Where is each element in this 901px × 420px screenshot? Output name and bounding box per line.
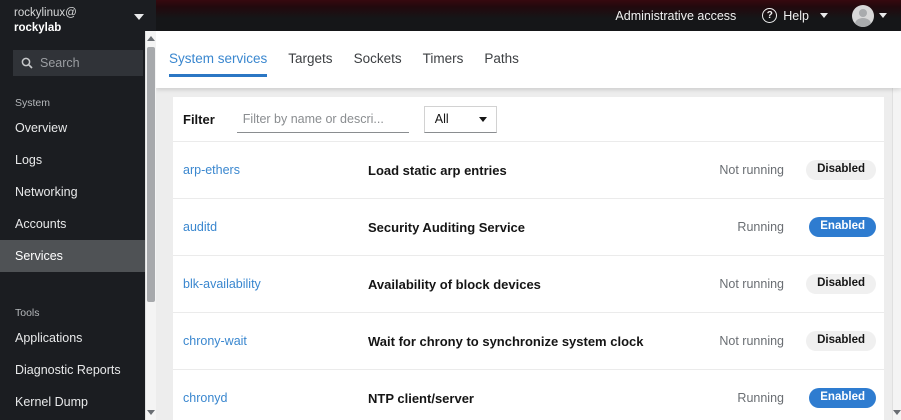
service-link[interactable]: auditd [183, 220, 368, 234]
sidebar-item-accounts[interactable]: Accounts [0, 208, 156, 240]
scroll-down-icon[interactable] [893, 410, 901, 415]
service-link[interactable]: chronyd [183, 391, 368, 405]
nav-section-system: System [15, 96, 51, 109]
sidebar-item-logs[interactable]: Logs [0, 144, 156, 176]
sidebar-item-services[interactable]: Services [0, 239, 156, 272]
service-description: NTP client/server [368, 390, 474, 406]
status-badge: Disabled [806, 160, 876, 180]
services-tabbar: System services Targets Sockets Timers P… [156, 31, 901, 88]
sidebar-item-kernel-dump[interactable]: Kernel Dump [0, 386, 156, 418]
main-content: System services Targets Sockets Timers P… [156, 31, 901, 420]
tab-targets[interactable]: Targets [288, 51, 332, 77]
service-state: Running [737, 220, 784, 234]
nav-section-tools: Tools [15, 306, 40, 319]
service-state: Not running [719, 334, 784, 348]
status-badge: Disabled [806, 274, 876, 294]
avatar [852, 4, 874, 27]
content-scrollbar[interactable] [892, 31, 901, 420]
service-row: blk-availability Availability of block d… [173, 255, 884, 312]
chevron-down-icon [478, 116, 487, 122]
sidebar-item-diagnostic-reports[interactable]: Diagnostic Reports [0, 354, 156, 386]
service-row: auditd Security Auditing Service Running… [173, 198, 884, 255]
service-row: arp-ethers Load static arp entries Not r… [173, 141, 884, 198]
service-description: Security Auditing Service [368, 219, 526, 235]
service-description: Availability of block devices [368, 276, 541, 292]
filter-label: Filter [183, 111, 215, 127]
sidebar-item-applications[interactable]: Applications [0, 322, 156, 354]
help-icon: ? [762, 8, 778, 23]
status-badge: Disabled [806, 331, 876, 351]
status-badge: Enabled [809, 388, 876, 408]
service-state: Not running [719, 277, 784, 291]
tab-sockets[interactable]: Sockets [354, 51, 402, 77]
help-menu[interactable]: ? Help [762, 8, 828, 23]
search-icon [21, 57, 33, 69]
search-placeholder: Search [40, 55, 80, 70]
scroll-down-icon[interactable] [147, 410, 155, 415]
sidebar: rockylinux@ rockylab Search System Overv… [0, 0, 156, 420]
scrollbar-thumb[interactable] [147, 47, 155, 302]
chevron-down-icon [879, 13, 887, 18]
sidebar-item-overview[interactable]: Overview [0, 112, 156, 144]
filter-toolbar: Filter All [173, 97, 884, 141]
service-link[interactable]: chrony-wait [183, 334, 368, 348]
service-row: chronyd NTP client/server Running Enable… [173, 369, 884, 420]
state-filter-select[interactable]: All [423, 105, 497, 133]
cockpit-app: rockylinux@ rockylab Search System Overv… [0, 0, 901, 420]
service-link[interactable]: blk-availability [183, 277, 368, 291]
host-user-label: rockylinux@ [14, 7, 77, 19]
sidebar-scrollbar[interactable] [145, 31, 156, 420]
tab-system-services[interactable]: System services [169, 51, 268, 77]
sidebar-item-networking[interactable]: Networking [0, 176, 156, 208]
scroll-up-icon[interactable] [147, 36, 155, 41]
chevron-down-icon [134, 14, 144, 20]
help-label: Help [783, 8, 809, 23]
service-description: Wait for chrony to synchronize system cl… [368, 333, 644, 349]
chevron-down-icon [820, 13, 828, 18]
tab-paths[interactable]: Paths [484, 51, 519, 77]
service-state: Not running [719, 163, 784, 177]
services-card: Filter All arp-ethers Load static arp en… [173, 97, 884, 420]
state-filter-value: All [434, 112, 449, 126]
search-input[interactable]: Search [13, 49, 143, 76]
service-row: chrony-wait Wait for chrony to synchroni… [173, 312, 884, 369]
administrative-access-button[interactable]: Administrative access [615, 9, 736, 23]
host-name-label: rockylab [14, 21, 62, 34]
service-description: Load static arp entries [368, 162, 507, 178]
filter-input[interactable] [236, 105, 409, 133]
service-state: Running [737, 391, 784, 405]
host-switcher[interactable]: rockylinux@ rockylab [0, 0, 156, 40]
masthead: Administrative access ? Help [156, 0, 901, 31]
user-menu[interactable] [852, 4, 887, 27]
service-link[interactable]: arp-ethers [183, 163, 368, 177]
status-badge: Enabled [809, 217, 876, 237]
tab-timers[interactable]: Timers [423, 51, 464, 77]
